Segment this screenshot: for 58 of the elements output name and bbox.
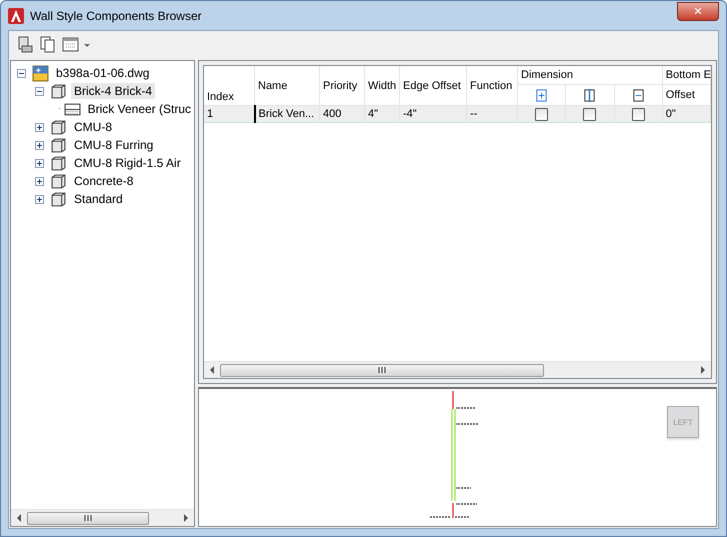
column-header[interactable]: Index xyxy=(204,66,254,106)
column-header[interactable]: Function xyxy=(466,66,518,106)
wall-style-icon xyxy=(50,118,67,136)
document-icon[interactable] xyxy=(16,36,34,54)
collapse-icon[interactable] xyxy=(17,68,26,78)
wall-style-icon xyxy=(50,172,67,190)
tree-item[interactable]: CMU-8 Rigid-1.5 Air xyxy=(71,155,184,171)
grip-icon[interactable] xyxy=(84,514,92,522)
tree-item[interactable]: Brick Veneer (Struc xyxy=(84,101,194,117)
column-header[interactable]: Priority xyxy=(320,66,364,106)
tree-item[interactable]: CMU-8 Furring xyxy=(71,137,156,153)
app-logo-icon xyxy=(8,8,24,24)
tree-item[interactable]: Standard xyxy=(71,191,126,207)
wall-style-icon xyxy=(50,82,67,100)
expand-icon[interactable] xyxy=(35,158,44,168)
horizontal-scrollbar[interactable] xyxy=(11,509,194,526)
scroll-right-icon[interactable] xyxy=(700,366,706,374)
table-view-icon[interactable] xyxy=(62,36,92,54)
wall-style-icon xyxy=(50,136,67,154)
tree-item[interactable]: Brick-4 Brick-4 xyxy=(71,83,156,99)
checkbox[interactable] xyxy=(632,108,645,120)
grip-icon[interactable] xyxy=(378,366,386,374)
table-cell: 4" xyxy=(364,106,400,122)
window-title: Wall Style Components Browser xyxy=(30,8,203,22)
column-header[interactable]: Dimension xyxy=(518,66,662,84)
drawing-file-icon xyxy=(32,64,49,82)
scroll-right-icon[interactable] xyxy=(183,514,189,522)
copy-icon[interactable] xyxy=(39,36,57,54)
column-header[interactable]: Name xyxy=(254,66,320,106)
wall-style-icon xyxy=(50,154,67,172)
scroll-left-icon[interactable] xyxy=(209,366,215,374)
column-header[interactable]: Edge Offset xyxy=(400,66,466,106)
dimension-center-icon xyxy=(534,88,550,102)
collapse-icon[interactable] xyxy=(35,86,44,96)
horizontal-scrollbar[interactable] xyxy=(204,361,711,378)
expand-icon[interactable] xyxy=(35,194,44,204)
scroll-left-icon[interactable] xyxy=(16,514,22,522)
checkbox[interactable] xyxy=(583,108,596,120)
table-cell: 1 xyxy=(204,106,254,122)
table-cell: 400 xyxy=(320,106,364,122)
tree-item[interactable]: b398a-01-06.dwg xyxy=(53,65,152,81)
dimension-minus-icon xyxy=(630,88,646,102)
table-cell: -- xyxy=(466,106,518,122)
tree-item[interactable]: CMU-8 xyxy=(71,119,115,135)
column-header[interactable]: Width xyxy=(364,66,400,106)
table-cell: -4" xyxy=(400,106,466,122)
tree-item[interactable]: Concrete-8 xyxy=(71,173,136,189)
expand-icon[interactable] xyxy=(35,122,44,132)
component-icon xyxy=(64,100,81,118)
expand-icon[interactable] xyxy=(35,140,44,150)
checkbox[interactable] xyxy=(535,108,548,120)
wall-style-icon xyxy=(50,190,67,208)
table-cell: Brick Ven... xyxy=(254,106,320,122)
expand-icon[interactable] xyxy=(35,176,44,186)
table-cell: 0" xyxy=(662,106,710,122)
column-header[interactable]: Offset xyxy=(662,84,710,106)
dimension-split-icon xyxy=(582,88,598,102)
column-header[interactable]: Bottom E xyxy=(662,66,710,84)
